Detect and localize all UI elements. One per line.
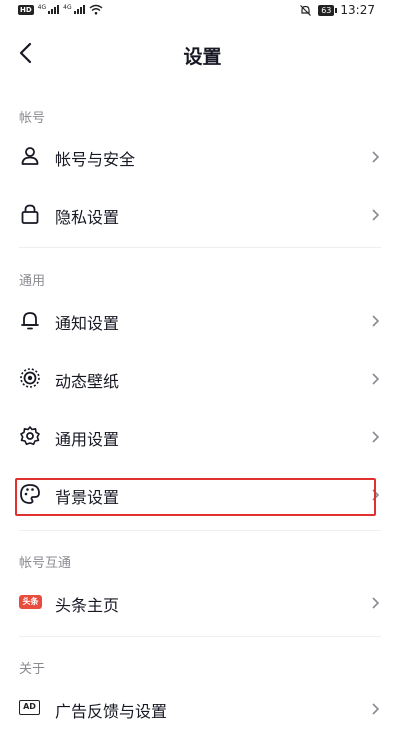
section-label-linked: 帐号互通 — [19, 556, 72, 571]
signal-icon — [48, 5, 60, 14]
row-label: 帐号与安全 — [55, 150, 136, 169]
chevron-right-icon — [372, 209, 380, 221]
row-toutiao-homepage[interactable]: 头条 头条主页 — [0, 574, 405, 632]
row-background-settings[interactable]: 背景设置 — [0, 466, 405, 524]
status-left: HD 4G 4G — [18, 4, 103, 15]
signal-icon-2 — [73, 5, 85, 14]
section-label-general: 通用 — [19, 274, 46, 289]
row-privacy-settings[interactable]: 隐私设置 — [0, 186, 405, 244]
row-label: 隐私设置 — [55, 208, 120, 227]
user-icon — [21, 147, 39, 165]
row-label: 广告反馈与设置 — [55, 702, 168, 721]
status-right: 63 13:27 — [299, 3, 375, 17]
bell-icon — [21, 312, 39, 330]
network-type-1: 4G — [37, 4, 47, 11]
lock-icon — [21, 204, 39, 224]
chevron-right-icon — [372, 431, 380, 443]
toutiao-icon: 头条 — [19, 595, 42, 609]
clock: 13:27 — [340, 3, 375, 17]
live-wallpaper-icon — [20, 368, 40, 388]
chevron-right-icon — [372, 597, 380, 609]
page-title: 设置 — [183, 46, 222, 68]
divider — [19, 636, 381, 637]
header: 设置 — [0, 30, 405, 76]
row-label: 通知设置 — [55, 314, 120, 333]
row-label: 通用设置 — [55, 430, 120, 449]
ad-icon: AD — [19, 700, 40, 715]
status-bar: HD 4G 4G 63 13:27 — [0, 0, 405, 22]
row-general-settings[interactable]: 通用设置 — [0, 408, 405, 466]
palette-icon — [20, 484, 40, 504]
hd-badge: HD — [18, 4, 34, 15]
network-type-2: 4G — [63, 4, 72, 11]
row-notification-settings[interactable]: 通知设置 — [0, 292, 405, 350]
chevron-right-icon — [372, 315, 380, 327]
section-label-about: 关于 — [19, 662, 46, 677]
divider — [19, 530, 381, 531]
section-label-account: 帐号 — [19, 111, 46, 126]
mute-bell-icon — [300, 4, 312, 16]
chevron-right-icon — [372, 703, 380, 715]
row-account-security[interactable]: 帐号与安全 — [0, 128, 405, 186]
chevron-right-icon — [372, 373, 380, 385]
row-label: 头条主页 — [55, 596, 120, 615]
row-label: 动态壁纸 — [55, 372, 120, 391]
gear-icon — [20, 426, 40, 446]
row-live-wallpaper[interactable]: 动态壁纸 — [0, 350, 405, 408]
row-label: 背景设置 — [55, 488, 120, 507]
row-ad-feedback[interactable]: AD 广告反馈与设置 — [0, 680, 405, 735]
chevron-right-icon — [372, 489, 380, 501]
chevron-right-icon — [372, 151, 380, 163]
wifi-icon — [89, 4, 103, 15]
battery-icon: 63 — [318, 4, 338, 16]
divider — [19, 247, 381, 248]
